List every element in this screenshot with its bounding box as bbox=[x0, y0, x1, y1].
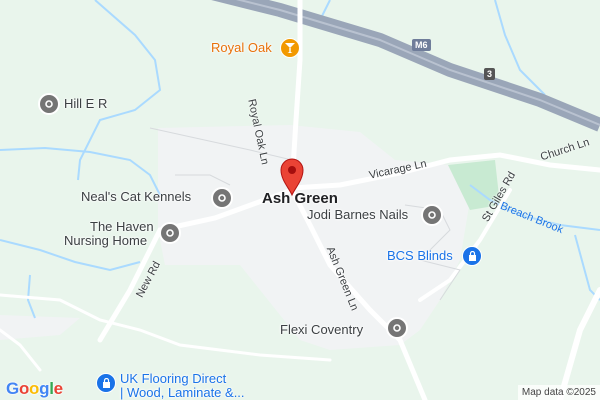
road-east bbox=[557, 287, 600, 400]
google-logo[interactable]: Google bbox=[6, 379, 63, 399]
logo-letter: g bbox=[39, 379, 50, 398]
logo-letter: e bbox=[53, 379, 63, 398]
place-icon[interactable] bbox=[211, 187, 233, 209]
map-canvas[interactable]: M6 3 Royal Oak Hill E R Neal's Cat Kenne… bbox=[0, 0, 600, 400]
shopping-bag-icon[interactable] bbox=[462, 246, 482, 266]
map-attribution[interactable]: Map data ©2025 bbox=[517, 385, 600, 400]
poi-label-the-haven[interactable]: The Haven bbox=[90, 219, 154, 234]
urban-area-south bbox=[0, 315, 80, 340]
poi-label-nursing-home[interactable]: Nursing Home bbox=[64, 233, 147, 248]
poi-label-uk-flooring-direct[interactable]: UK Flooring Direct bbox=[120, 371, 226, 386]
poi-label-neals-cat-kennels[interactable]: Neal's Cat Kennels bbox=[81, 189, 191, 204]
town-label: Ash Green bbox=[262, 190, 338, 207]
motorway-m6 bbox=[211, 0, 600, 132]
place-icon[interactable] bbox=[421, 204, 443, 226]
stream bbox=[574, 234, 600, 301]
motorway-shield-m6: M6 bbox=[412, 39, 431, 51]
poi-label-flexi-coventry[interactable]: Flexi Coventry bbox=[280, 322, 363, 337]
poi-label-bcs-blinds[interactable]: BCS Blinds bbox=[387, 248, 453, 263]
place-icon[interactable] bbox=[386, 317, 408, 339]
logo-letter: o bbox=[18, 379, 30, 398]
stream bbox=[0, 146, 161, 196]
place-icon[interactable] bbox=[159, 222, 181, 244]
place-icon[interactable] bbox=[38, 93, 60, 115]
poi-label-jodi-barnes-nails[interactable]: Jodi Barnes Nails bbox=[307, 207, 408, 222]
cocktail-icon[interactable] bbox=[280, 38, 300, 58]
logo-letter: G bbox=[6, 379, 19, 398]
poi-label-royal-oak[interactable]: Royal Oak bbox=[211, 40, 272, 55]
junction-shield: 3 bbox=[484, 68, 496, 80]
logo-letter: o bbox=[29, 379, 40, 398]
shopping-bag-icon[interactable] bbox=[96, 373, 116, 393]
poi-label-hill-er[interactable]: Hill E R bbox=[64, 96, 107, 111]
poi-label-uk-flooring-sub[interactable]: | Wood, Laminate &... bbox=[120, 385, 245, 400]
